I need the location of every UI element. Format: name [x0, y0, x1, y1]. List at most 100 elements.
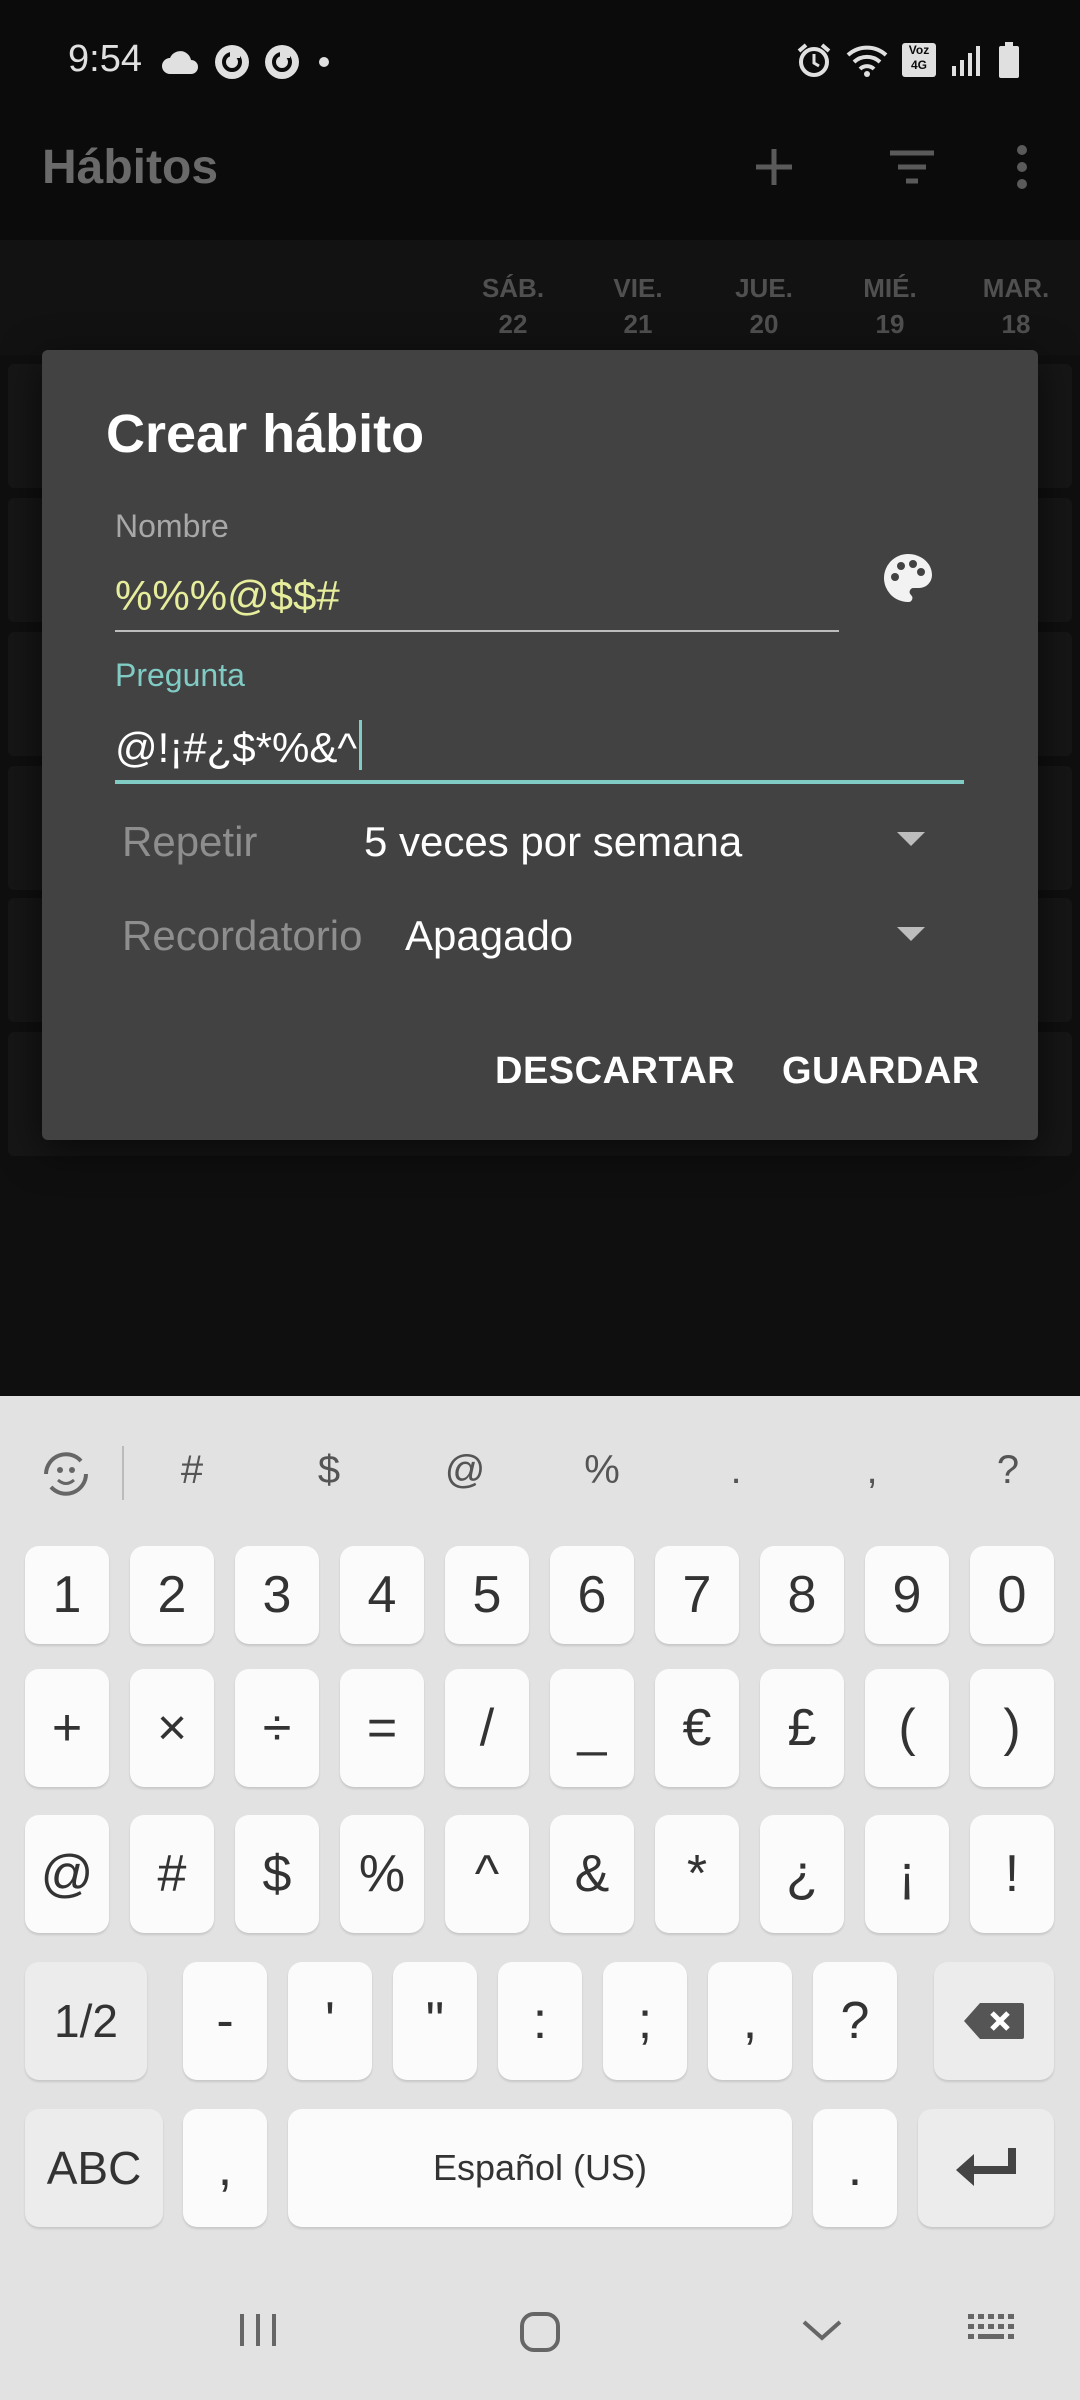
reminder-label: Recordatorio	[122, 912, 363, 959]
dot-icon	[319, 57, 329, 67]
day-column: SÁB. 22	[481, 273, 545, 339]
key[interactable]: ÷	[235, 1669, 319, 1787]
suggestion-key[interactable]: ?	[978, 1448, 1038, 1493]
dropdown-arrow-icon	[897, 927, 925, 941]
key[interactable]: "	[393, 1962, 477, 2080]
recents-button[interactable]	[236, 2310, 280, 2355]
key[interactable]: ?	[813, 1962, 897, 2080]
repeat-label: Repetir	[122, 818, 258, 865]
key[interactable]: /	[445, 1669, 529, 1787]
back-button[interactable]	[800, 2310, 844, 2355]
key[interactable]: =	[340, 1669, 424, 1787]
palette-icon	[884, 554, 932, 603]
key[interactable]: 0	[970, 1546, 1054, 1644]
suggestion-key[interactable]: .	[706, 1448, 766, 1493]
dropdown-arrow-icon	[897, 832, 925, 846]
key[interactable]: :	[498, 1962, 582, 2080]
key[interactable]: 6	[550, 1546, 634, 1644]
key[interactable]: €	[655, 1669, 739, 1787]
key[interactable]: ×	[130, 1669, 214, 1787]
key[interactable]: !	[970, 1815, 1054, 1933]
day-column: JUE. 20	[735, 273, 793, 339]
keyboard-icon	[968, 2314, 1014, 2339]
suggestion-key[interactable]: @	[435, 1448, 495, 1493]
save-button[interactable]: GUARDAR	[782, 1050, 980, 1093]
wifi-icon	[846, 45, 888, 77]
key[interactable]: 1	[25, 1546, 109, 1644]
space-key[interactable]: Español (US)	[288, 2109, 792, 2227]
filter-icon	[890, 150, 934, 184]
text-caret	[359, 720, 363, 770]
key[interactable]: 3	[235, 1546, 319, 1644]
comma-key[interactable]: ,	[183, 2109, 267, 2227]
key[interactable]: _	[550, 1669, 634, 1787]
key[interactable]: '	[288, 1962, 372, 2080]
key[interactable]: %	[340, 1815, 424, 1933]
key[interactable]: 9	[865, 1546, 949, 1644]
keyboard-hide-button[interactable]	[966, 2310, 1016, 2351]
key[interactable]: 2	[130, 1546, 214, 1644]
backspace-key[interactable]	[934, 1962, 1054, 2080]
key[interactable]: @	[25, 1815, 109, 1933]
volte-icon: Voz 4G	[902, 43, 936, 77]
key[interactable]: -	[183, 1962, 267, 2080]
name-input[interactable]: %%%@$$#	[115, 572, 340, 620]
add-icon	[756, 149, 792, 185]
key[interactable]: £	[760, 1669, 844, 1787]
discard-button[interactable]: DESCARTAR	[495, 1050, 735, 1093]
status-right-icons: Voz 4G	[796, 42, 1020, 78]
enter-key[interactable]	[918, 2109, 1054, 2227]
question-underline	[115, 780, 964, 784]
key[interactable]: )	[970, 1669, 1054, 1787]
reminder-dropdown[interactable]: Apagado	[405, 912, 573, 960]
symbols-page-key[interactable]: 1/2	[25, 1962, 147, 2080]
key[interactable]: ¡	[865, 1815, 949, 1933]
name-label: Nombre	[115, 508, 229, 544]
battery-icon	[999, 42, 1019, 78]
key[interactable]: ^	[445, 1815, 529, 1933]
question-input[interactable]: @!¡#¿$*%&^	[115, 720, 363, 772]
name-underline	[115, 630, 839, 632]
period-key[interactable]: .	[813, 2109, 897, 2227]
more-options-button[interactable]	[982, 132, 1062, 202]
key[interactable]: (	[865, 1669, 949, 1787]
key[interactable]: 5	[445, 1546, 529, 1644]
key[interactable]: ¿	[760, 1815, 844, 1933]
more-vert-icon	[1017, 145, 1027, 189]
add-habit-button[interactable]	[734, 132, 814, 202]
home-button[interactable]	[518, 2310, 562, 2359]
sync-icon	[265, 45, 299, 79]
key[interactable]: ;	[603, 1962, 687, 2080]
key[interactable]: 4	[340, 1546, 424, 1644]
repeat-dropdown[interactable]: 5 veces por semana	[364, 818, 742, 866]
key[interactable]: $	[235, 1815, 319, 1933]
emoji-switch-icon	[44, 1452, 88, 1496]
abc-key[interactable]: ABC	[25, 2109, 163, 2227]
home-icon	[520, 2312, 560, 2352]
backspace-icon	[964, 2003, 1024, 2039]
suggestion-key[interactable]: $	[299, 1448, 359, 1493]
keyboard-switch-button[interactable]	[36, 1444, 96, 1504]
cloud-icon	[162, 51, 198, 74]
day-column: MAR. 18	[982, 273, 1050, 339]
day-column: MIÉ. 19	[863, 273, 917, 339]
key[interactable]: *	[655, 1815, 739, 1933]
suggestion-key[interactable]: #	[162, 1448, 222, 1493]
question-label: Pregunta	[115, 657, 245, 693]
status-time: 9:54	[68, 38, 142, 80]
color-picker-button[interactable]	[880, 550, 940, 610]
suggestion-divider	[122, 1446, 124, 1500]
alarm-icon	[797, 43, 831, 77]
suggestion-key[interactable]: ,	[842, 1448, 902, 1493]
filter-button[interactable]	[872, 132, 952, 202]
key[interactable]: &	[550, 1815, 634, 1933]
back-icon	[802, 2320, 842, 2341]
recents-icon	[240, 2314, 276, 2346]
enter-icon	[956, 2148, 1016, 2186]
key[interactable]: 8	[760, 1546, 844, 1644]
key[interactable]: #	[130, 1815, 214, 1933]
key[interactable]: ,	[708, 1962, 792, 2080]
key[interactable]: 7	[655, 1546, 739, 1644]
key[interactable]: +	[25, 1669, 109, 1787]
suggestion-key[interactable]: %	[572, 1448, 632, 1493]
